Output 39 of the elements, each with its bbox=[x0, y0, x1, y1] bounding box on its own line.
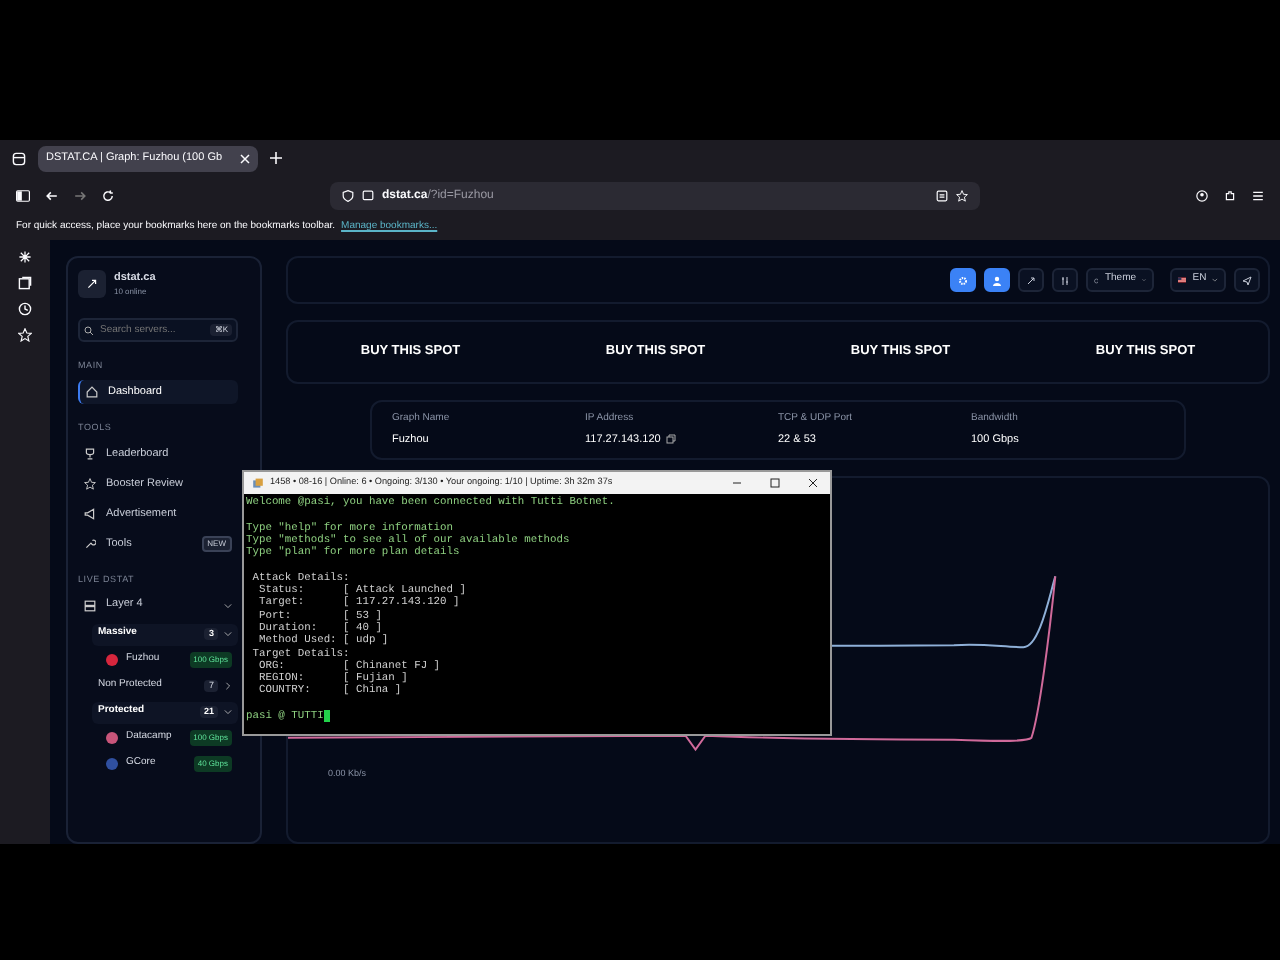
megaphone-icon bbox=[84, 507, 96, 520]
history-icon[interactable] bbox=[18, 302, 32, 316]
server-icon bbox=[84, 599, 96, 611]
reader-icon[interactable] bbox=[936, 190, 948, 202]
account-icon[interactable] bbox=[1196, 190, 1208, 202]
star-icon bbox=[84, 477, 96, 490]
search-icon bbox=[84, 325, 94, 336]
user-icon bbox=[992, 275, 1002, 285]
shield-icon bbox=[342, 190, 354, 202]
ai-chat-icon[interactable] bbox=[18, 250, 32, 264]
minimize-icon[interactable] bbox=[732, 478, 742, 488]
home-icon bbox=[86, 386, 98, 398]
copy-icon[interactable] bbox=[666, 434, 677, 445]
maximize-icon[interactable] bbox=[770, 478, 780, 488]
chevron-icon bbox=[224, 630, 232, 638]
page-icon bbox=[362, 190, 374, 202]
new-tab-icon[interactable] bbox=[270, 152, 282, 164]
terminal-icon bbox=[252, 477, 264, 489]
wrench-icon bbox=[84, 537, 96, 550]
chevron-icon bbox=[224, 601, 232, 609]
text-cursor bbox=[323, 710, 330, 722]
chevron-icon bbox=[224, 682, 232, 690]
toolbar-button[interactable] bbox=[950, 268, 976, 292]
trophy-icon bbox=[84, 447, 96, 460]
bookmarks-icon[interactable] bbox=[18, 328, 32, 342]
toolbar-button[interactable] bbox=[984, 268, 1010, 292]
chevron-icon bbox=[224, 708, 232, 716]
back-icon[interactable] bbox=[46, 190, 58, 202]
tabs-icon[interactable] bbox=[18, 276, 32, 290]
tab-list-icon[interactable] bbox=[12, 151, 26, 165]
send-icon bbox=[1242, 275, 1252, 285]
close-icon[interactable] bbox=[808, 478, 818, 488]
bookmark-star-icon[interactable] bbox=[956, 190, 968, 202]
menu-icon[interactable] bbox=[1252, 190, 1264, 202]
reload-icon[interactable] bbox=[102, 190, 114, 202]
forward-icon[interactable] bbox=[74, 190, 86, 202]
toolbar-button[interactable] bbox=[1234, 268, 1260, 292]
sidebar-toggle-icon[interactable] bbox=[16, 190, 30, 202]
flag-icon bbox=[1178, 274, 1187, 286]
